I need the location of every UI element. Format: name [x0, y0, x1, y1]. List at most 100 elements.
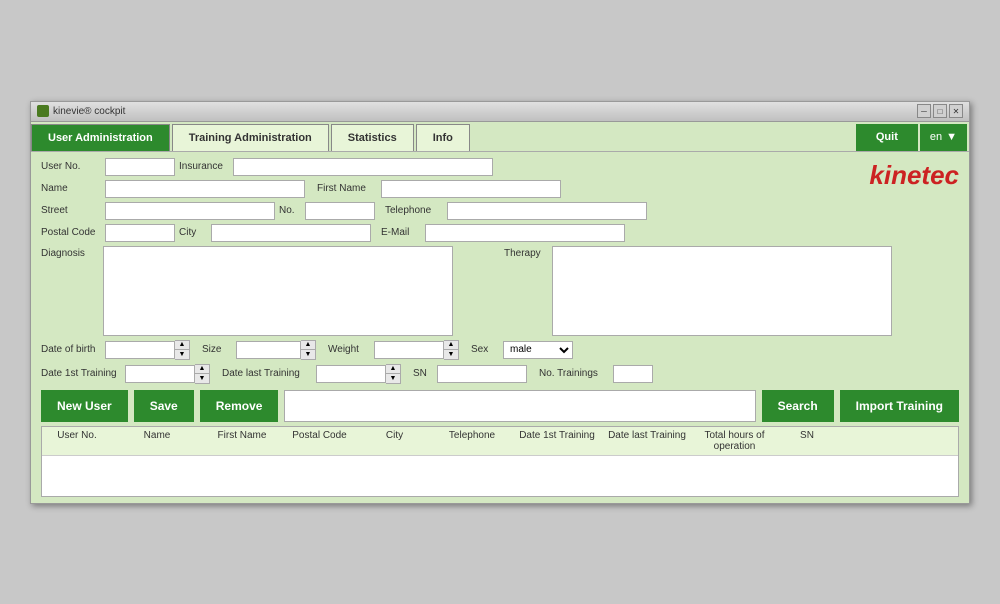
- dob-spinner-buttons: ▲ ▼: [175, 340, 190, 360]
- search-button[interactable]: Search: [762, 390, 834, 422]
- street-input[interactable]: [105, 202, 275, 220]
- window-title: kinevie® cockpit: [53, 106, 125, 117]
- col-header-name: Name: [112, 430, 202, 452]
- new-user-button[interactable]: New User: [41, 390, 128, 422]
- col-header-totalhours: Total hours of operation: [692, 430, 777, 452]
- sn-label: SN: [413, 368, 433, 379]
- size-input[interactable]: 171 cm: [236, 341, 301, 359]
- col-header-userno: User No.: [42, 430, 112, 452]
- diagnosis-label: Diagnosis: [41, 246, 99, 336]
- date-1st-training-label: Date 1st Training: [41, 368, 121, 379]
- date2-spinner: 01.01.2000 ▲ ▼: [316, 364, 401, 384]
- search-field[interactable]: [284, 390, 755, 422]
- chevron-down-icon: ▼: [946, 131, 957, 143]
- save-button[interactable]: Save: [134, 390, 194, 422]
- telephone-input[interactable]: [447, 202, 647, 220]
- date1-spinner-buttons: ▲ ▼: [195, 364, 210, 384]
- email-label: E-Mail: [381, 227, 421, 238]
- name-input[interactable]: [105, 180, 305, 198]
- therapy-textarea[interactable]: [552, 246, 892, 336]
- no-trainings-label: No. Trainings: [539, 368, 609, 379]
- maximize-button[interactable]: □: [933, 104, 947, 118]
- language-selector[interactable]: en ▼: [920, 124, 967, 151]
- postal-code-label: Postal Code: [41, 227, 101, 238]
- insurance-label: Insurance: [179, 161, 229, 172]
- date-last-training-label: Date last Training: [222, 368, 312, 379]
- tab-user-administration[interactable]: User Administration: [31, 124, 170, 151]
- city-label: City: [179, 227, 207, 238]
- therapy-section: Therapy: [504, 246, 959, 336]
- insurance-input[interactable]: [233, 158, 493, 176]
- date2-spinner-buttons: ▲ ▼: [386, 364, 401, 384]
- title-bar-controls: ─ □ ✕: [917, 104, 963, 118]
- app-icon: [37, 105, 49, 117]
- city-input[interactable]: [211, 224, 371, 242]
- date-1st-training-input[interactable]: 01.01.2000: [125, 365, 195, 383]
- sex-select[interactable]: male female: [503, 341, 573, 359]
- date1-spinner: 01.01.2000 ▲ ▼: [125, 364, 210, 384]
- tab-statistics[interactable]: Statistics: [331, 124, 414, 151]
- dob-input[interactable]: 01.01.2000: [105, 341, 175, 359]
- main-content: kinetec User No. Insurance Name First Na…: [31, 152, 969, 503]
- remove-button[interactable]: Remove: [200, 390, 279, 422]
- dob-up-button[interactable]: ▲: [175, 341, 189, 350]
- sn-input[interactable]: [437, 365, 527, 383]
- col-header-date1: Date 1st Training: [512, 430, 602, 452]
- quit-button[interactable]: Quit: [856, 124, 918, 151]
- weight-label: Weight: [328, 344, 370, 355]
- name-row: Name First Name: [41, 180, 959, 198]
- dob-down-button[interactable]: ▼: [175, 350, 189, 359]
- size-down-button[interactable]: ▼: [301, 350, 315, 359]
- main-window: kinevie® cockpit ─ □ ✕ User Administrati…: [30, 101, 970, 504]
- col-header-telephone: Telephone: [432, 430, 512, 452]
- dob-row: Date of birth 01.01.2000 ▲ ▼ Size 171 cm…: [41, 340, 959, 360]
- dob-label: Date of birth: [41, 344, 101, 355]
- weight-up-button[interactable]: ▲: [444, 341, 458, 350]
- size-spinner: 171 cm ▲ ▼: [236, 340, 316, 360]
- first-name-label: First Name: [317, 183, 377, 194]
- street-row: Street No. 1 Telephone: [41, 202, 959, 220]
- postal-code-input[interactable]: [105, 224, 175, 242]
- sex-label: Sex: [471, 344, 499, 355]
- size-up-button[interactable]: ▲: [301, 341, 315, 350]
- no-trainings-input[interactable]: 0: [613, 365, 653, 383]
- nav-spacer: [472, 122, 856, 151]
- date1-up-button[interactable]: ▲: [195, 365, 209, 374]
- tab-training-administration[interactable]: Training Administration: [172, 124, 329, 151]
- weight-spinner: 66,00 kg ▲ ▼: [374, 340, 459, 360]
- date2-up-button[interactable]: ▲: [386, 365, 400, 374]
- user-no-row: User No. Insurance: [41, 158, 959, 176]
- size-spinner-buttons: ▲ ▼: [301, 340, 316, 360]
- date-last-training-input[interactable]: 01.01.2000: [316, 365, 386, 383]
- weight-down-button[interactable]: ▼: [444, 350, 458, 359]
- title-bar-left: kinevie® cockpit: [37, 105, 125, 117]
- col-header-date2: Date last Training: [602, 430, 692, 452]
- diagnosis-textarea[interactable]: [103, 246, 453, 336]
- weight-spinner-buttons: ▲ ▼: [444, 340, 459, 360]
- no-input[interactable]: 1: [305, 202, 375, 220]
- nav-bar: User Administration Training Administrat…: [31, 122, 969, 152]
- col-header-city: City: [357, 430, 432, 452]
- diagnosis-section: Diagnosis: [41, 246, 496, 336]
- diagnosis-therapy-area: Diagnosis Therapy: [41, 246, 959, 336]
- user-table: User No. Name First Name Postal Code Cit…: [41, 426, 959, 497]
- date2-down-button[interactable]: ▼: [386, 374, 400, 383]
- postal-row: Postal Code City E-Mail: [41, 224, 959, 242]
- name-label: Name: [41, 183, 101, 194]
- tab-info[interactable]: Info: [416, 124, 470, 151]
- date1-down-button[interactable]: ▼: [195, 374, 209, 383]
- user-no-input[interactable]: [105, 158, 175, 176]
- telephone-label: Telephone: [385, 205, 443, 216]
- col-header-postal: Postal Code: [282, 430, 357, 452]
- close-button[interactable]: ✕: [949, 104, 963, 118]
- email-input[interactable]: [425, 224, 625, 242]
- size-label: Size: [202, 344, 232, 355]
- minimize-button[interactable]: ─: [917, 104, 931, 118]
- import-training-button[interactable]: Import Training: [840, 390, 959, 422]
- dob-spinner: 01.01.2000 ▲ ▼: [105, 340, 190, 360]
- therapy-label: Therapy: [504, 246, 548, 336]
- weight-input[interactable]: 66,00 kg: [374, 341, 444, 359]
- no-label: No.: [279, 205, 301, 216]
- first-name-input[interactable]: [381, 180, 561, 198]
- col-header-sn: SN: [777, 430, 837, 452]
